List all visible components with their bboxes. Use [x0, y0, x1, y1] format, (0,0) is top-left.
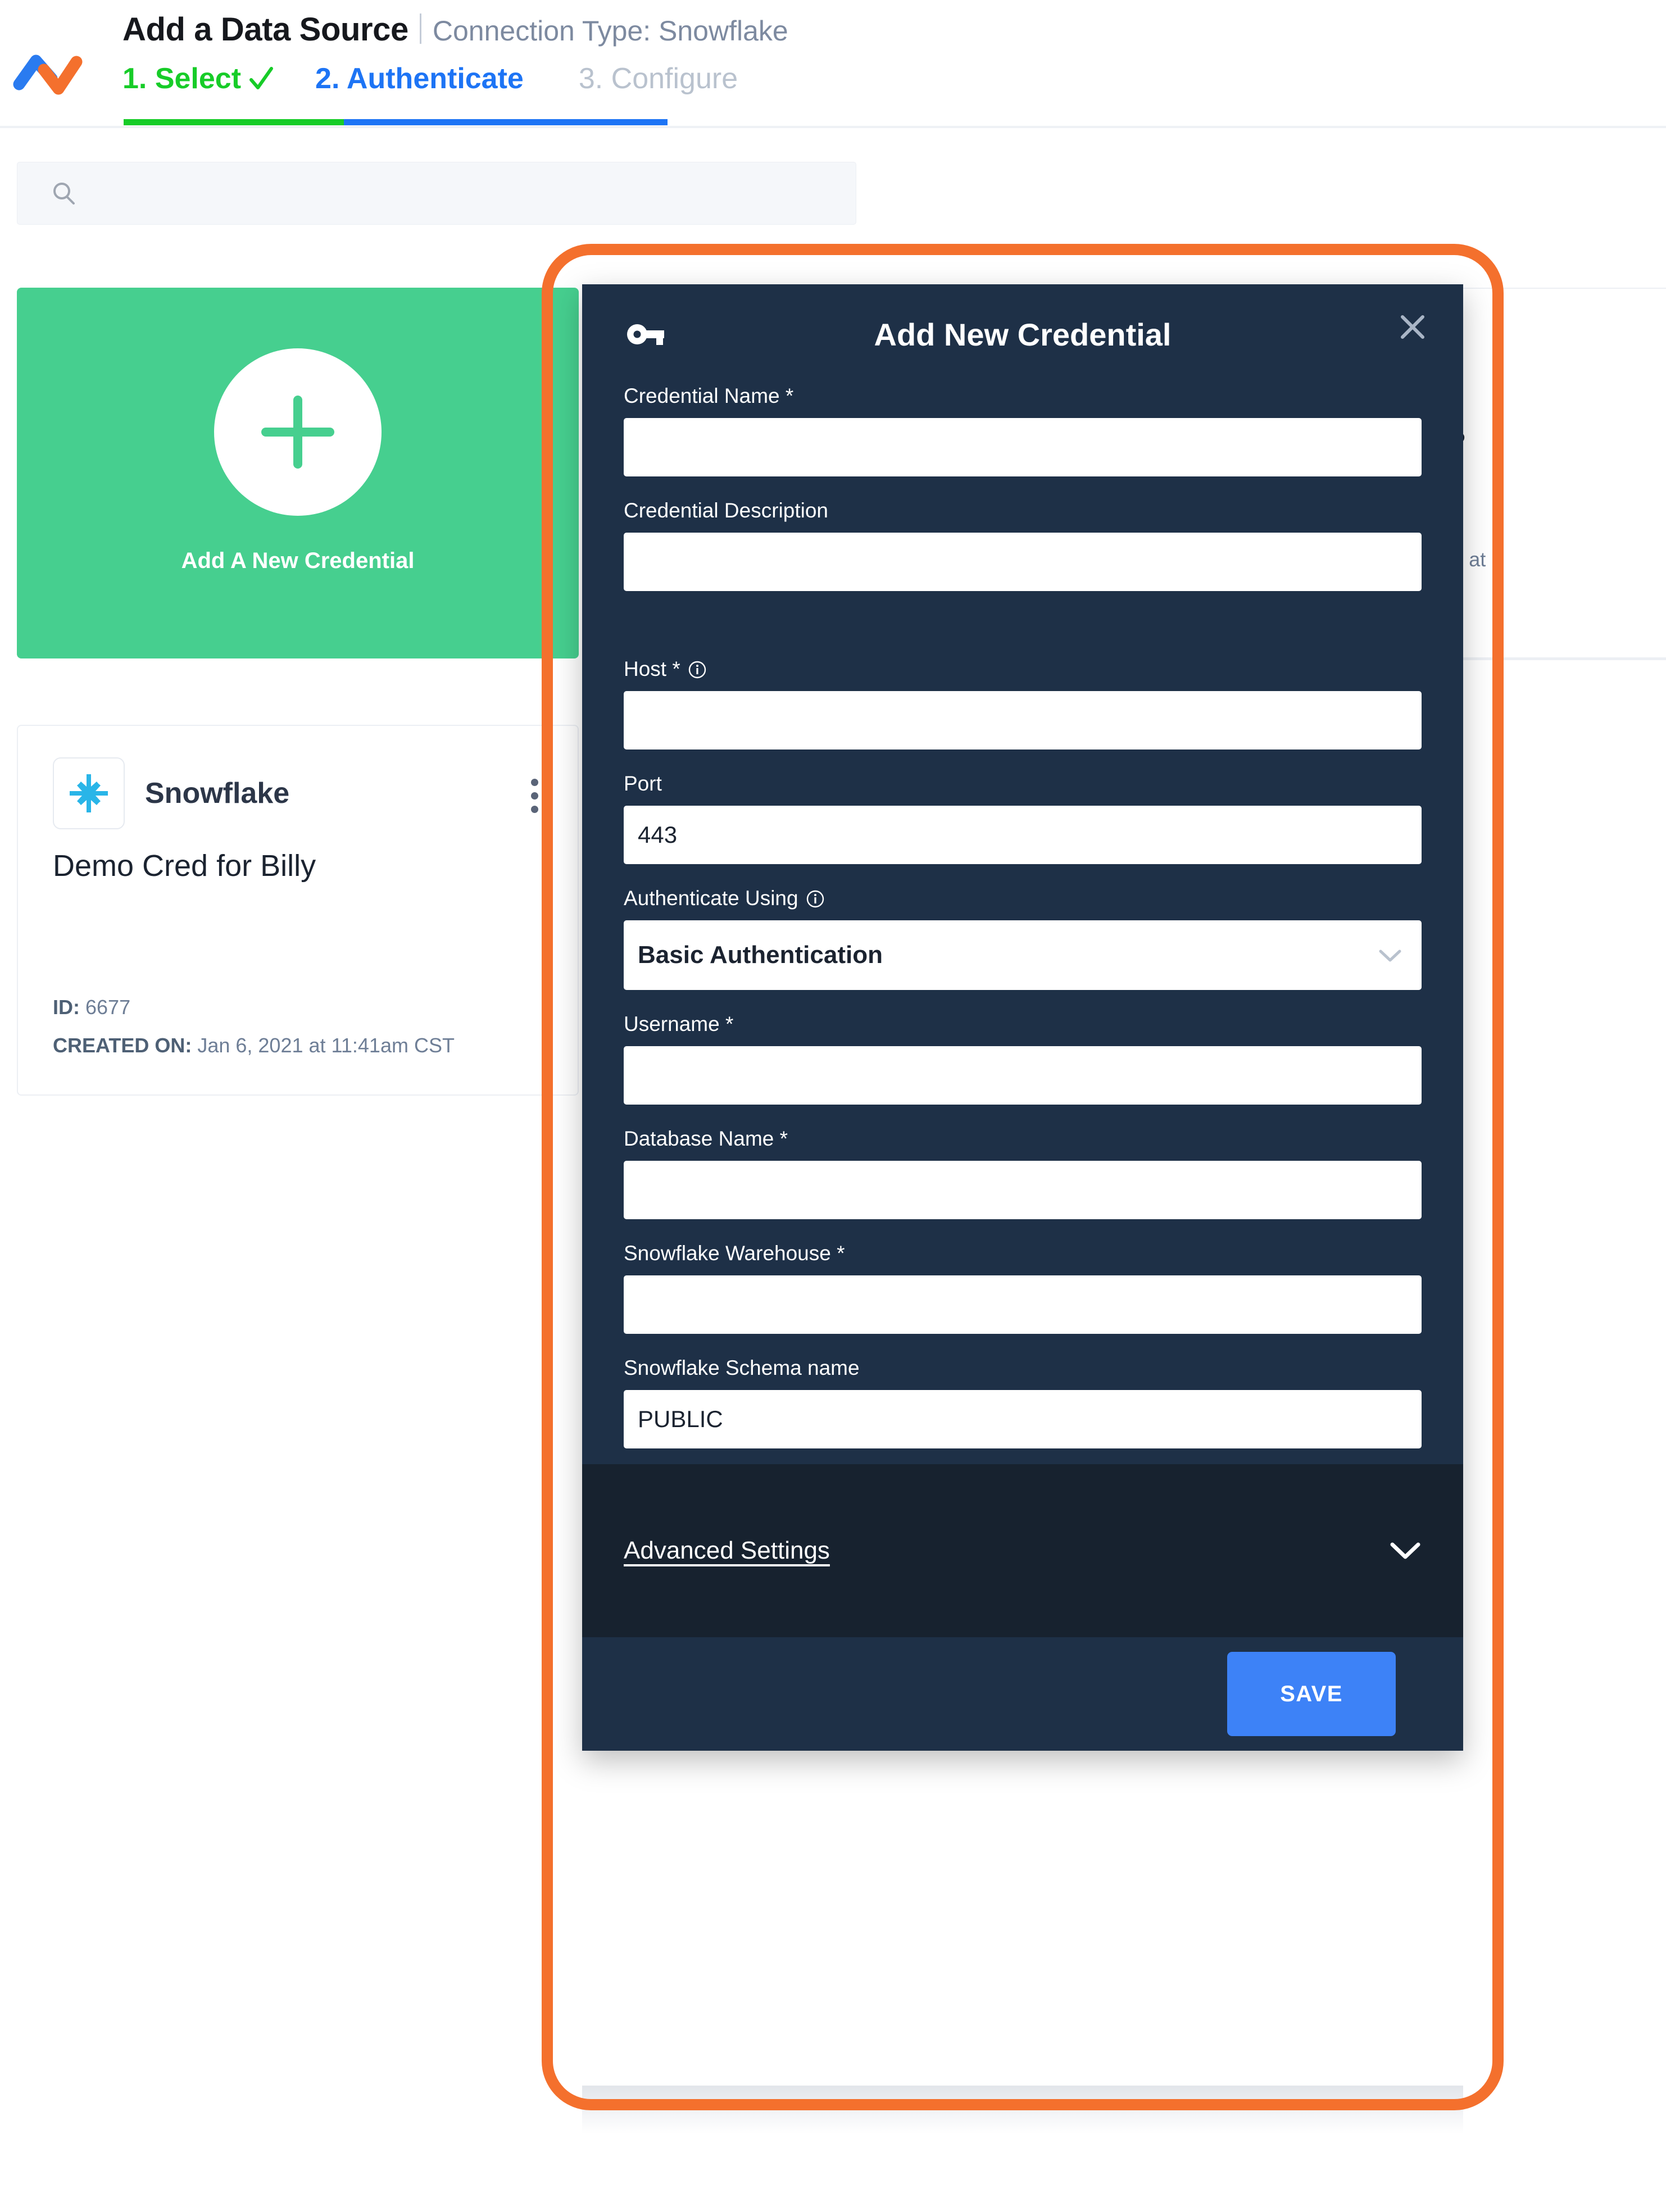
- label-authenticate-using: Authenticate Using: [624, 887, 1422, 910]
- progress-segment-authenticate: [344, 119, 668, 125]
- input-snowflake-schema-name[interactable]: [624, 1390, 1422, 1448]
- label-credential-name: Credential Name *: [624, 384, 794, 407]
- info-icon[interactable]: [806, 889, 824, 908]
- step-configure[interactable]: 3. Configure: [579, 62, 738, 96]
- field-username: Username *: [624, 1012, 1422, 1105]
- modal-title: Add New Credential: [874, 316, 1172, 352]
- search-icon: [52, 181, 76, 205]
- field-authenticate-using: Authenticate Using Basic Authentication: [624, 887, 1422, 990]
- add-new-credential-label: Add A New Credential: [181, 548, 415, 573]
- input-credential-description[interactable]: [624, 533, 1422, 591]
- credential-id-value: 6677: [85, 996, 131, 1019]
- kebab-dot: [531, 779, 538, 786]
- label-username: Username *: [624, 1012, 734, 1035]
- wizard-steps: 1. Select 2. Authenticate 3. Configure: [122, 62, 738, 96]
- label-port: Port: [624, 772, 662, 795]
- credential-created-value: Jan 6, 2021 at 11:41am CST: [197, 1034, 455, 1057]
- credential-name: Demo Cred for Billy: [53, 849, 316, 883]
- modal-header: Add New Credential: [582, 284, 1463, 384]
- page-bottom-bar: [0, 2203, 1666, 2212]
- credential-created-label: CREATED ON:: [53, 1034, 192, 1057]
- field-host: Host *: [624, 657, 1422, 750]
- step-authenticate-label: 2. Authenticate: [315, 62, 524, 95]
- chevron-down-icon[interactable]: [1389, 1541, 1422, 1560]
- kebab-dot: [531, 792, 538, 800]
- field-snowflake-warehouse: Snowflake Warehouse *: [624, 1242, 1422, 1334]
- step-select[interactable]: 1. Select: [122, 62, 274, 96]
- label-snowflake-schema-name: Snowflake Schema name: [624, 1356, 860, 1379]
- check-icon: [248, 66, 274, 92]
- step-configure-label: 3. Configure: [578, 62, 738, 95]
- modal-bottom-shadow: [582, 2086, 1463, 2134]
- snowflake-icon: [64, 769, 114, 818]
- page-title-main: Add a Data Source: [122, 11, 408, 48]
- credential-id-label: ID:: [53, 996, 80, 1019]
- input-credential-name[interactable]: [624, 418, 1422, 476]
- app-header: Add a Data Source Connection Type: Snowf…: [0, 0, 1666, 128]
- credential-created-row: CREATED ON: Jan 6, 2021 at 11:41am CST: [53, 1034, 455, 1057]
- step-select-label: 1. Select: [122, 62, 242, 95]
- input-snowflake-warehouse[interactable]: [624, 1275, 1422, 1334]
- advanced-settings-label[interactable]: Advanced Settings: [624, 1537, 830, 1565]
- label-authenticate-using-text: Authenticate Using: [624, 887, 798, 910]
- modal-footer: SAVE: [582, 1637, 1463, 1751]
- label-snowflake-warehouse: Snowflake Warehouse *: [624, 1242, 845, 1265]
- provider-badge: [53, 757, 125, 829]
- field-credential-name: Credential Name *: [624, 384, 1422, 476]
- kebab-menu-icon[interactable]: [531, 779, 538, 813]
- label-database-name: Database Name *: [624, 1127, 788, 1150]
- credential-meta: ID: 6677 CREATED ON: Jan 6, 2021 at 11:4…: [53, 981, 455, 1057]
- step-authenticate[interactable]: 2. Authenticate: [315, 62, 524, 96]
- connection-type-label: Connection Type: Snowflake: [432, 15, 788, 47]
- input-username[interactable]: [624, 1046, 1422, 1105]
- nomi-wave-logo-icon: [10, 33, 93, 100]
- wizard-progress-bar: [124, 119, 668, 125]
- save-button[interactable]: SAVE: [1227, 1652, 1396, 1736]
- field-credential-description: Credential Description: [624, 499, 1422, 591]
- close-icon[interactable]: [1397, 311, 1428, 343]
- add-credential-modal: Add New Credential Credential Name * Cre…: [582, 284, 1463, 1751]
- advanced-settings-section[interactable]: Advanced Settings: [582, 1464, 1463, 1637]
- label-credential-description: Credential Description: [624, 499, 829, 522]
- add-new-credential-card[interactable]: Add A New Credential: [17, 288, 579, 658]
- title-divider: [419, 13, 421, 44]
- field-snowflake-schema-name: Snowflake Schema name: [624, 1356, 1422, 1448]
- kebab-dot: [531, 806, 538, 813]
- add-circle: [214, 348, 382, 516]
- progress-segment-select: [124, 119, 344, 125]
- credential-card[interactable]: Snowflake Demo Cred for Billy ID: 6677 C…: [17, 725, 579, 1096]
- page-root: Add a Data Source Connection Type: Snowf…: [0, 0, 1666, 2212]
- chevron-down-icon: [1378, 948, 1402, 963]
- field-database-name: Database Name *: [624, 1127, 1422, 1219]
- label-host: Host *: [624, 657, 1422, 681]
- plus-icon: [256, 390, 340, 474]
- search-input[interactable]: [88, 180, 856, 206]
- input-port[interactable]: [624, 806, 1422, 864]
- select-wrapper[interactable]: Basic Authentication: [624, 920, 1422, 990]
- credential-id-row: ID: 6677: [53, 996, 455, 1019]
- label-host-text: Host *: [624, 657, 680, 680]
- page-title: Add a Data Source Connection Type: Snowf…: [122, 10, 788, 48]
- input-database-name[interactable]: [624, 1161, 1422, 1219]
- info-icon[interactable]: [688, 660, 706, 679]
- credential-card-header: Snowflake: [53, 757, 543, 829]
- modal-body: Credential Name * Credential Description…: [582, 384, 1463, 1464]
- field-port: Port: [624, 772, 1422, 864]
- input-host[interactable]: [624, 691, 1422, 750]
- search-bar[interactable]: [17, 162, 856, 225]
- credential-provider-name: Snowflake: [145, 777, 290, 810]
- select-authenticate-using[interactable]: Basic Authentication: [624, 920, 1422, 990]
